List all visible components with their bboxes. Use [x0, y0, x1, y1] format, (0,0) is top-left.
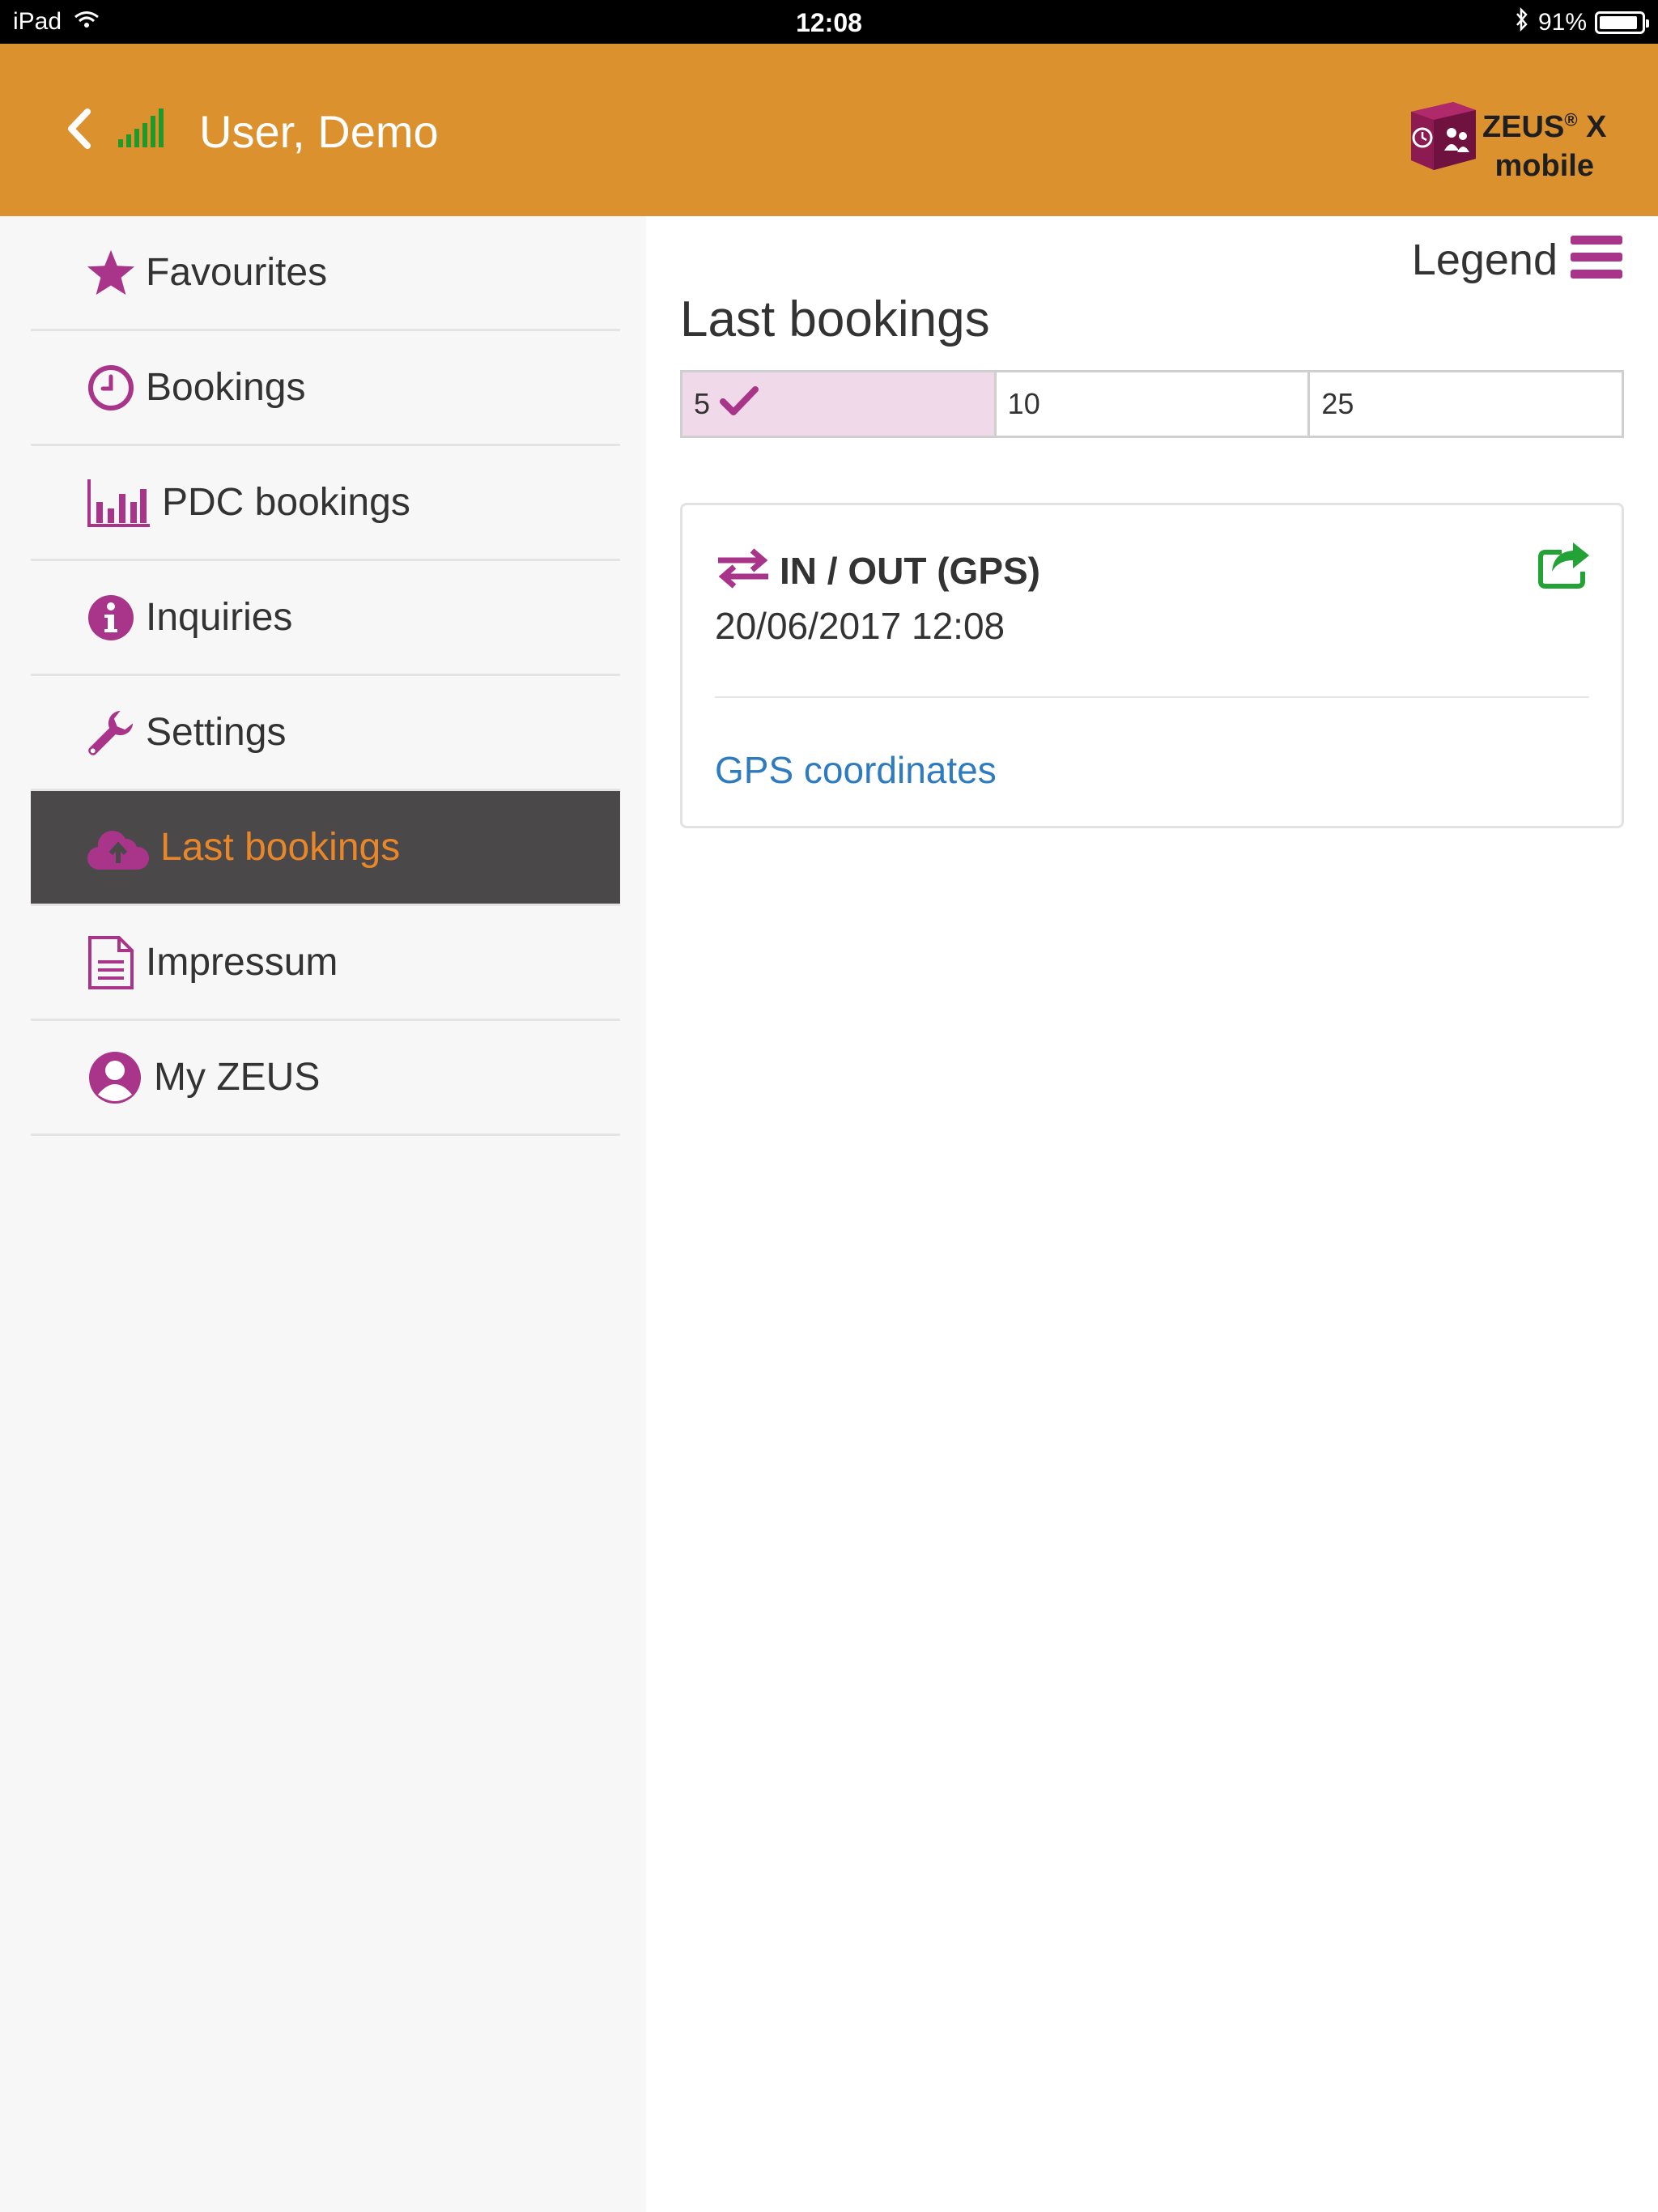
sidebar-item-favourites[interactable]: Favourites: [31, 216, 620, 331]
sidebar-item-label: PDC bookings: [162, 481, 410, 524]
bar-chart-icon: [86, 478, 152, 528]
battery-percent: 91%: [1537, 9, 1587, 36]
sidebar-menu: Favourites Bookings PDC bookings Inquiri…: [31, 216, 620, 1136]
chevron-left-icon: [68, 108, 91, 149]
sidebar-item-settings[interactable]: Settings: [31, 676, 620, 791]
status-time: 12:08: [796, 8, 862, 37]
booking-header: IN / OUT (GPS): [715, 547, 1040, 593]
signal-strength-icon: [118, 107, 168, 147]
swap-arrows-icon: [715, 547, 772, 593]
card-divider: [715, 696, 1589, 698]
sidebar: Favourites Bookings PDC bookings Inquiri…: [0, 216, 646, 2212]
sidebar-item-label: Bookings: [146, 366, 306, 409]
sidebar-item-label: Impressum: [146, 941, 338, 984]
document-icon: [86, 935, 136, 989]
back-button[interactable]: [57, 100, 102, 157]
user-name: User, Demo: [199, 106, 439, 157]
segment-10[interactable]: 10: [997, 372, 1311, 436]
wrench-icon: [86, 708, 136, 758]
star-icon: [86, 248, 136, 298]
share-button[interactable]: [1537, 541, 1592, 589]
user-icon: [86, 1051, 144, 1104]
segment-label: 25: [1321, 387, 1354, 420]
sidebar-item-label: Favourites: [146, 251, 328, 294]
legend-label: Legend: [1411, 235, 1558, 284]
hamburger-icon: [1569, 234, 1624, 285]
sidebar-item-pdc-bookings[interactable]: PDC bookings: [31, 446, 620, 561]
booking-datetime: 20/06/2017 12:08: [715, 605, 1005, 647]
bluetooth-icon: [1514, 6, 1530, 39]
sidebar-item-label: Inquiries: [146, 596, 293, 639]
share-icon: [1538, 542, 1589, 589]
sidebar-item-inquiries[interactable]: Inquiries: [31, 561, 620, 676]
count-segmented-control: 5 10 25: [680, 370, 1624, 438]
booking-card: IN / OUT (GPS) 20/06/2017 12:08 GPS coor…: [680, 503, 1624, 828]
cloud-upload-icon: [86, 823, 151, 873]
segment-label: 5: [694, 387, 711, 420]
main-content: Legend Last bookings 5 10 25 IN / OUT (G…: [646, 216, 1658, 2212]
sidebar-item-my-zeus[interactable]: My ZEUS: [31, 1021, 620, 1136]
sidebar-item-label: My ZEUS: [154, 1056, 321, 1099]
sidebar-item-bookings[interactable]: Bookings: [31, 331, 620, 446]
segment-5[interactable]: 5: [682, 372, 997, 436]
page-title: Last bookings: [680, 291, 990, 347]
gps-coordinates-link[interactable]: GPS coordinates: [715, 748, 997, 792]
battery-icon: [1595, 11, 1649, 34]
info-icon: [86, 593, 136, 643]
status-bar: iPad 12:08 91%: [0, 0, 1658, 44]
status-right: 91%: [1514, 6, 1649, 39]
sidebar-item-label: Last bookings: [160, 826, 401, 869]
zeus-logo: ZEUS® X mobile: [1405, 100, 1623, 182]
booking-type: IN / OUT (GPS): [780, 549, 1040, 592]
segment-label: 10: [1007, 387, 1040, 420]
segment-25[interactable]: 25: [1310, 372, 1622, 436]
zeus-cube-icon: [1411, 102, 1476, 170]
logo-text: ZEUS® X mobile: [1482, 109, 1607, 183]
sidebar-item-label: Settings: [146, 711, 287, 754]
sidebar-item-impressum[interactable]: Impressum: [31, 906, 620, 1021]
app-header: User, Demo ZEUS® X mobile: [0, 44, 1658, 216]
legend-button[interactable]: Legend: [1412, 234, 1624, 285]
checkmark-icon: [720, 385, 759, 423]
sidebar-item-last-bookings[interactable]: Last bookings: [31, 791, 620, 906]
clock-icon: [86, 363, 136, 413]
